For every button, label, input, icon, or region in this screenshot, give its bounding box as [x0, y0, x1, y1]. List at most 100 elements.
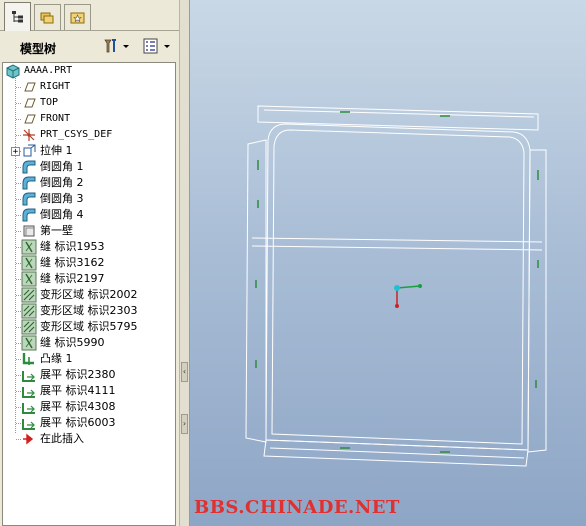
tree-item[interactable]: 展平 标识4308	[21, 399, 116, 415]
unbend-icon	[22, 387, 35, 398]
tree-item-label: RIGHT	[40, 81, 71, 92]
left-flange-edge	[245, 139, 267, 443]
tree-root[interactable]: AAAA.PRT	[5, 63, 72, 79]
datum-plane-icon	[24, 114, 36, 124]
tree-connector	[16, 87, 21, 88]
tree-item[interactable]: 变形区域 标识5795	[21, 319, 138, 335]
tree-item[interactable]: 展平 标识6003	[21, 415, 116, 431]
tree-connector	[16, 183, 21, 184]
tree-item[interactable]: 缝 标识5990	[21, 335, 105, 351]
model-tree-title: 模型树	[20, 42, 57, 56]
tree-item[interactable]: 倒圆角 4	[21, 207, 84, 223]
top-flange-edge	[257, 105, 539, 131]
unbend-icon	[22, 403, 35, 414]
tree-item-label: FRONT	[40, 113, 71, 124]
tree-connector	[16, 167, 21, 168]
datum-plane-icon	[24, 98, 36, 108]
tree-item-label: 第一壁	[40, 224, 73, 237]
part-icon	[6, 64, 20, 79]
tree-connector	[16, 263, 21, 264]
tree-item-label: 变形区域 标识5795	[40, 320, 138, 333]
tree-connector	[16, 327, 21, 328]
tree-item-label: PRT_CSYS_DEF	[40, 129, 113, 140]
tree-item[interactable]: FRONT	[21, 111, 70, 127]
bend-line	[251, 237, 543, 251]
rip-icon	[21, 255, 37, 271]
watermark-text: BBS.CHINADE.NET	[194, 497, 400, 518]
unbend-icon	[22, 419, 35, 430]
tree-item-label: 拉伸 1	[40, 144, 73, 157]
extrude-icon	[23, 144, 36, 157]
deform-area-icon	[21, 319, 37, 335]
insert-here-icon	[23, 433, 34, 445]
wall-icon	[23, 225, 35, 237]
tree-connector	[16, 391, 21, 392]
tree-item[interactable]: RIGHT	[21, 79, 70, 95]
round-icon	[22, 176, 36, 190]
tree-item-label: 展平 标识4111	[40, 384, 116, 397]
tree-item[interactable]: 展平 标识2380	[21, 367, 116, 383]
tree-connector	[16, 423, 21, 424]
datum-plane-icon	[24, 82, 36, 92]
tree-item-label: 在此插入	[40, 432, 84, 445]
tree-connector	[16, 103, 21, 104]
model-tree[interactable]: AAAA.PRT RIGHT TOP FRONT PRT_CSYS_DEF 拉伸 1 倒圆…	[2, 62, 176, 526]
expand-right-arrow[interactable]: ›	[181, 414, 188, 434]
tree-connector	[16, 199, 21, 200]
tree-item[interactable]: 倒圆角 2	[21, 175, 84, 191]
tree-connector	[16, 375, 21, 376]
tree-item[interactable]: 变形区域 标识2303	[21, 303, 138, 319]
tree-show-button[interactable]	[142, 36, 174, 56]
tree-connector	[16, 279, 21, 280]
tree-item[interactable]: 第一壁	[21, 223, 73, 239]
tree-item-label: 凸缘 1	[40, 352, 73, 365]
tree-connector	[16, 359, 21, 360]
tree-connector	[16, 247, 21, 248]
deform-area-icon	[21, 287, 37, 303]
tree-connector	[16, 215, 21, 216]
expand-extrude-toggle[interactable]: +	[11, 147, 20, 157]
rip-icon	[21, 271, 37, 287]
sheetmetal-model	[245, 105, 547, 467]
tree-item[interactable]: 在此插入	[21, 431, 84, 447]
tree-item-label: 展平 标识6003	[40, 416, 116, 429]
tree-item-label: TOP	[40, 97, 59, 108]
tree-item-label: 缝 标识3162	[40, 256, 105, 269]
panel-splitter[interactable]: ‹ ›	[179, 0, 190, 526]
tree-item[interactable]: 倒圆角 1	[21, 159, 84, 175]
tree-item-label: 变形区域 标识2002	[40, 288, 138, 301]
rip-icon	[21, 335, 37, 351]
tab-favorites[interactable]	[64, 4, 91, 30]
tree-item[interactable]: 变形区域 标识2002	[21, 287, 138, 303]
tree-item[interactable]: 缝 标识3162	[21, 255, 105, 271]
tree-item[interactable]: 凸缘 1	[21, 351, 73, 367]
navigator-tabs	[0, 0, 182, 31]
tree-item[interactable]: 展平 标识4111	[21, 383, 116, 399]
show-icon	[143, 38, 170, 54]
collapse-left-arrow[interactable]: ‹	[181, 362, 188, 382]
tree-connector	[16, 439, 21, 440]
graphics-viewport[interactable]: BBS.CHINADE.NET	[190, 0, 586, 526]
tree-item[interactable]: 缝 标识1953	[21, 239, 105, 255]
tree-item-label: 展平 标识2380	[40, 368, 116, 381]
star-icon	[70, 12, 84, 23]
settings-icon	[104, 39, 129, 53]
tab-folder-browser[interactable]	[34, 4, 61, 30]
tree-item[interactable]: TOP	[21, 95, 58, 111]
tree-item[interactable]: 拉伸 1	[21, 143, 73, 159]
bottom-flange-inner-edge	[269, 447, 525, 459]
tree-root-label: AAAA.PRT	[24, 65, 73, 76]
tree-connector	[16, 407, 21, 408]
tree-item[interactable]: 倒圆角 3	[21, 191, 84, 207]
folders-icon	[40, 12, 53, 23]
tree-item-label: 倒圆角 3	[40, 192, 84, 205]
tree-settings-button[interactable]	[102, 36, 132, 56]
tree-item[interactable]: 缝 标识2197	[21, 271, 105, 287]
tree-item[interactable]: PRT_CSYS_DEF	[21, 127, 112, 143]
tree-connector	[16, 311, 21, 312]
deform-area-icon	[21, 303, 37, 319]
tab-model-tree[interactable]	[4, 2, 31, 31]
flange-icon	[22, 353, 34, 365]
tree-connector	[16, 231, 21, 232]
round-icon	[22, 192, 36, 206]
